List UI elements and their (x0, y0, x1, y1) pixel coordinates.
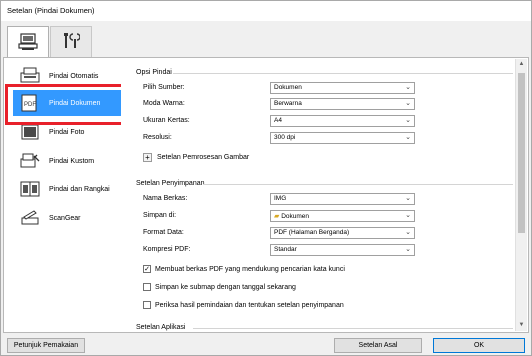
chevron-down-icon: ⌄ (405, 246, 411, 253)
data-format-label: Format Data: (143, 229, 184, 236)
nav-item-photo-scan[interactable]: Pindai Foto (7, 119, 125, 145)
nav-item-document-scan[interactable]: PDF Pindai Dokumen (13, 90, 125, 116)
svg-text:PDF: PDF (24, 102, 36, 108)
ok-button-label: OK (473, 342, 485, 349)
date-subfolder-checkbox[interactable] (143, 283, 151, 291)
save-in-value: Dokumen (281, 213, 310, 220)
nav-item-label: Pindai Foto (49, 128, 85, 136)
stitch-icon (17, 178, 43, 200)
window-title: Setelan (Pindai Dokumen) (7, 6, 95, 15)
keyword-search-checkbox[interactable]: ✓ (143, 265, 151, 273)
nav-item-label: Pindai Kustom (49, 157, 95, 165)
settings-panel: Opsi Pindai Pilih Sumber: Dokumen ⌄ Moda… (121, 59, 517, 331)
chevron-down-icon: ⌄ (405, 84, 411, 91)
paper-size-label: Ukuran Kertas: (143, 117, 190, 124)
group-divider (193, 328, 513, 329)
chevron-down-icon: ⌄ (405, 229, 411, 236)
tab-general-settings[interactable] (50, 26, 92, 57)
tools-icon (62, 32, 81, 52)
pdf-compression-select[interactable]: Standar ⌄ (270, 244, 415, 256)
auto-scan-icon (17, 65, 43, 87)
scroll-down-icon[interactable]: ▼ (516, 320, 527, 331)
file-name-label: Nama Berkas: (143, 195, 188, 202)
defaults-button-label: Setelan Asal (358, 342, 398, 349)
chevron-down-icon: ⌄ (405, 117, 411, 124)
nav-item-custom-scan[interactable]: Pindai Kustom (7, 148, 125, 174)
source-select[interactable]: Dokumen ⌄ (270, 82, 415, 94)
photo-icon (17, 121, 43, 143)
chevron-down-icon: ⌄ (405, 100, 411, 107)
resolution-value: 300 dpi (274, 134, 296, 141)
help-button[interactable]: Petunjuk Pemakaian (7, 338, 85, 353)
paper-size-value: A4 (274, 117, 282, 124)
chevron-down-icon: ⌄ (405, 212, 411, 219)
check-scan-results-checkbox[interactable] (143, 301, 151, 309)
group-divider (173, 73, 513, 74)
pdf-compression-value: Standar (274, 246, 297, 253)
scroll-up-icon[interactable]: ▲ (516, 59, 527, 70)
image-processing-label: Setelan Pemrosesan Gambar (157, 154, 250, 161)
checkbox-label: Periksa hasil pemindaian dan tentukan se… (155, 301, 344, 309)
defaults-button[interactable]: Setelan Asal (334, 338, 422, 353)
color-mode-value: Berwarna (274, 100, 302, 107)
folder-icon: ▰ (274, 213, 280, 220)
source-label: Pilih Sumber: (143, 84, 185, 91)
file-name-value: IMG (274, 195, 287, 202)
nav-item-auto-scan[interactable]: Pindai Otomatis (7, 63, 125, 89)
app-settings-title: Setelan Aplikasi (136, 324, 186, 331)
data-format-select[interactable]: PDF (Halaman Berganda) ⌄ (270, 227, 415, 239)
ok-button[interactable]: OK (433, 338, 525, 353)
scan-options-title: Opsi Pindai (136, 69, 172, 76)
image-processing-toggle[interactable]: + Setelan Pemrosesan Gambar (143, 153, 249, 162)
scangear-icon (17, 207, 43, 229)
keyword-search-pdf-option[interactable]: ✓ Membuat berkas PDF yang mendukung penc… (143, 265, 345, 273)
color-mode-label: Moda Warna: (143, 100, 185, 107)
scan-type-list: Pindai Otomatis PDF Pindai Dokumen Pinda… (7, 61, 125, 331)
group-divider (203, 184, 513, 185)
file-name-select[interactable]: IMG ⌄ (270, 193, 415, 205)
checkbox-label: Simpan ke submap dengan tanggal sekarang (155, 283, 296, 291)
tab-scan-settings[interactable] (7, 26, 49, 58)
chevron-down-icon: ⌄ (405, 195, 411, 202)
title-bar: Setelan (Pindai Dokumen) (1, 1, 531, 21)
scanner-computer-icon (18, 32, 38, 53)
scrollbar-thumb[interactable] (518, 73, 525, 233)
nav-item-label: Pindai dan Rangkai (49, 185, 110, 193)
date-subfolder-option[interactable]: Simpan ke submap dengan tanggal sekarang (143, 283, 296, 291)
nav-item-label: Pindai Otomatis (49, 72, 99, 80)
resolution-select[interactable]: 300 dpi ⌄ (270, 132, 415, 144)
resolution-label: Resolusi: (143, 134, 172, 141)
checkbox-label: Membuat berkas PDF yang mendukung pencar… (155, 265, 345, 273)
settings-window: Setelan (Pindai Dokumen) Pindai Otomatis… (0, 0, 532, 356)
pdf-compression-label: Kompresi PDF: (143, 246, 191, 253)
check-scan-results-option[interactable]: Periksa hasil pemindaian dan tentukan se… (143, 301, 344, 309)
nav-item-label: Pindai Dokumen (49, 99, 101, 107)
vertical-scrollbar[interactable]: ▲ ▼ (515, 59, 527, 331)
data-format-value: PDF (Halaman Berganda) (274, 229, 350, 236)
save-in-select[interactable]: ▰ Dokumen ⌄ (270, 210, 415, 222)
save-in-label: Simpan di: (143, 212, 177, 219)
expand-icon[interactable]: + (143, 153, 152, 162)
chevron-down-icon: ⌄ (405, 134, 411, 141)
save-settings-title: Setelan Penyimpanan (136, 180, 205, 187)
paper-size-select[interactable]: A4 ⌄ (270, 115, 415, 127)
source-value: Dokumen (274, 84, 302, 91)
pdf-document-icon: PDF (17, 92, 43, 114)
nav-item-stitch-scan[interactable]: Pindai dan Rangkai (7, 176, 125, 202)
custom-scan-icon (17, 150, 43, 172)
help-button-label: Petunjuk Pemakaian (13, 342, 79, 349)
color-mode-select[interactable]: Berwarna ⌄ (270, 98, 415, 110)
nav-item-scangear[interactable]: ScanGear (7, 205, 125, 231)
tab-strip (1, 21, 531, 58)
nav-item-label: ScanGear (49, 214, 81, 222)
button-bar: Petunjuk Pemakaian Setelan Asal OK (1, 335, 531, 355)
